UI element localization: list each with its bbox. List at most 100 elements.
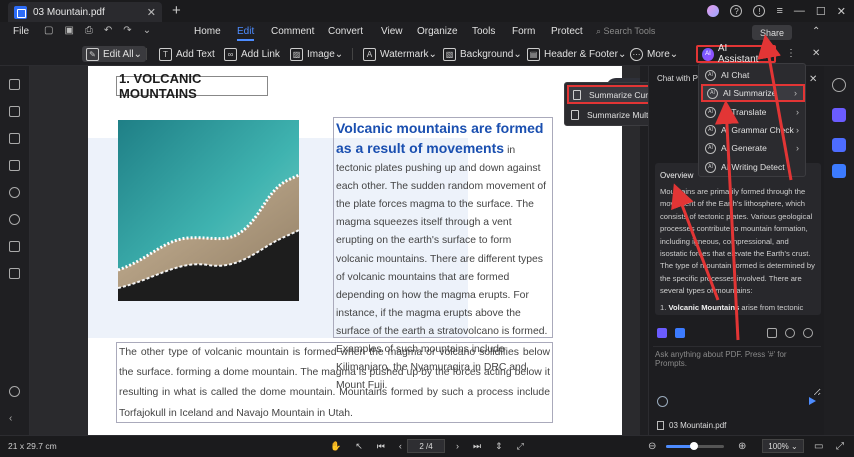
- attached-document[interactable]: 03 Mountain.pdf: [657, 421, 726, 430]
- help-icon[interactable]: ?: [730, 5, 743, 17]
- menu-ai-grammar-check[interactable]: AI AI Grammar Check ›: [701, 121, 805, 139]
- image-button[interactable]: ▨ Image ⌄: [290, 46, 343, 62]
- chevron-right-icon: ›: [796, 143, 799, 153]
- background-label: Background: [460, 48, 514, 60]
- close-toolbar-icon[interactable]: ✕: [812, 48, 820, 59]
- more-icon: ⋯: [630, 47, 643, 61]
- menu-ai-generate[interactable]: AI AI Generate ›: [701, 139, 805, 157]
- notification-icon[interactable]: !: [753, 5, 766, 17]
- fit-page-icon[interactable]: ⤢: [517, 441, 524, 452]
- menu-ai-writing-detect[interactable]: AI AI Writing Detect: [701, 158, 805, 176]
- menu-home[interactable]: Home: [194, 26, 221, 37]
- hand-tool-icon[interactable]: ✋: [330, 441, 341, 452]
- watermark-button[interactable]: A Watermark ⌄: [363, 46, 437, 62]
- prev-page-icon[interactable]: ‹: [399, 441, 402, 452]
- dropdown-icon[interactable]: ⌄: [143, 25, 151, 36]
- menu-view[interactable]: View: [381, 26, 403, 37]
- menu-form[interactable]: Form: [512, 26, 535, 37]
- add-link-button[interactable]: ∞ Add Link: [224, 46, 280, 62]
- header-footer-button[interactable]: ▤ Header & Footer ⌄: [527, 46, 626, 62]
- title-bar: 03 Mountain.pdf ✕ + ? ! ≡ — ☐ ✕: [0, 0, 854, 22]
- minimize-icon[interactable]: —: [794, 5, 805, 17]
- overflow-icon[interactable]: ⋮: [786, 48, 796, 59]
- comment-icon[interactable]: [9, 133, 20, 144]
- menu-organize[interactable]: Organize: [417, 26, 458, 37]
- close-window-icon[interactable]: ✕: [837, 5, 846, 18]
- expand-icon[interactable]: ⤢: [836, 441, 844, 452]
- copy-icon[interactable]: [767, 328, 777, 338]
- translate-sidebar-icon[interactable]: [832, 138, 846, 152]
- send-icon[interactable]: [809, 397, 816, 405]
- menu-icon[interactable]: ≡: [776, 5, 782, 17]
- menu-protect[interactable]: Protect: [551, 26, 583, 37]
- share-button[interactable]: Share: [752, 25, 792, 40]
- help-icon[interactable]: [9, 386, 20, 397]
- background-icon: ▧: [443, 47, 456, 61]
- ai-detect-label: AI Writing Detect: [721, 162, 785, 172]
- properties-icon[interactable]: [832, 78, 846, 92]
- file-menu[interactable]: File: [13, 26, 29, 37]
- select-tool-icon[interactable]: ↖: [355, 441, 363, 452]
- menu-ai-chat[interactable]: AI AI Chat: [701, 66, 805, 84]
- new-tab-button[interactable]: +: [172, 2, 181, 19]
- ai-assistant-button[interactable]: AI AI Assistant ⌄: [696, 43, 776, 65]
- bookmark-icon[interactable]: [9, 106, 20, 117]
- avatar[interactable]: [707, 5, 720, 17]
- more-button[interactable]: ⋯ More ⌄: [630, 46, 678, 62]
- page-number-input[interactable]: [407, 439, 445, 453]
- print-icon[interactable]: ⎙: [85, 25, 93, 36]
- search-icon[interactable]: [9, 214, 20, 225]
- close-tab-icon[interactable]: ✕: [147, 6, 156, 19]
- zoom-slider-knob[interactable]: [690, 442, 699, 450]
- page-layout-icon[interactable]: ▭: [814, 441, 823, 452]
- zoom-level[interactable]: 100% ⌄: [762, 439, 804, 453]
- menu-convert[interactable]: Convert: [328, 26, 363, 37]
- ask-pdf-input[interactable]: [653, 346, 821, 396]
- attachment-icon[interactable]: [9, 187, 20, 198]
- zoom-slider[interactable]: [666, 442, 724, 450]
- translate-icon[interactable]: [675, 328, 685, 338]
- fit-width-icon[interactable]: ⇕: [495, 441, 503, 452]
- signature-icon[interactable]: [9, 268, 20, 279]
- new-chat-icon[interactable]: [803, 328, 813, 338]
- window-controls: ? ! ≡ — ☐ ✕: [707, 0, 854, 22]
- zoom-out-icon[interactable]: ⊖: [648, 441, 656, 452]
- menu-comment[interactable]: Comment: [271, 26, 314, 37]
- undo-icon[interactable]: ↶: [104, 25, 112, 36]
- documents-icon: [571, 109, 579, 120]
- edit-all-button[interactable]: ✎ Edit All ⌄: [82, 46, 146, 62]
- menu-edit[interactable]: Edit: [237, 26, 255, 41]
- volcanic-lake-photo[interactable]: [118, 120, 299, 301]
- stack-icon[interactable]: [9, 241, 20, 252]
- right-sidebar: [824, 66, 854, 435]
- menu-tools[interactable]: Tools: [472, 26, 495, 37]
- ai-sidebar-icon[interactable]: [832, 108, 846, 122]
- search-tools[interactable]: ⌕ Search Tools: [596, 26, 655, 37]
- first-page-icon[interactable]: ⏮: [377, 441, 385, 452]
- open-icon[interactable]: ▢: [44, 25, 53, 36]
- panel-left-icons: [657, 328, 685, 338]
- history-icon[interactable]: [785, 328, 795, 338]
- prompt-bulb-icon[interactable]: [657, 396, 668, 407]
- add-text-button[interactable]: T Add Text: [159, 46, 215, 62]
- close-panel-icon[interactable]: ✕: [809, 74, 817, 85]
- bottom-text-box[interactable]: The other type of volcanic mountain is f…: [116, 342, 553, 423]
- layers-icon[interactable]: [9, 160, 20, 171]
- redo-icon[interactable]: ↷: [123, 25, 131, 36]
- zoom-in-icon[interactable]: ⊕: [738, 441, 746, 452]
- text-column-box[interactable]: Volcanic mountains are formed as a resul…: [333, 117, 553, 391]
- menu-ai-translate[interactable]: AI AI Translate ›: [701, 103, 805, 121]
- save-icon[interactable]: ▣: [64, 25, 73, 36]
- thumbnails-icon[interactable]: [9, 79, 20, 90]
- next-page-icon[interactable]: ›: [456, 441, 459, 452]
- collapse-ribbon-icon[interactable]: ⌃: [812, 26, 820, 37]
- maximize-icon[interactable]: ☐: [816, 5, 826, 18]
- last-page-icon[interactable]: ⏭: [473, 441, 481, 452]
- collapse-left-icon[interactable]: ‹: [9, 413, 20, 424]
- page-heading[interactable]: 1. VOLCANIC MOUNTAINS: [116, 71, 268, 101]
- check-sidebar-icon[interactable]: [832, 164, 846, 178]
- document-tab[interactable]: 03 Mountain.pdf ✕: [8, 2, 162, 22]
- background-button[interactable]: ▧ Background ⌄: [443, 46, 522, 62]
- menu-ai-summarize[interactable]: AI AI Summarize ›: [701, 84, 805, 102]
- ai-model-icon[interactable]: [657, 328, 667, 338]
